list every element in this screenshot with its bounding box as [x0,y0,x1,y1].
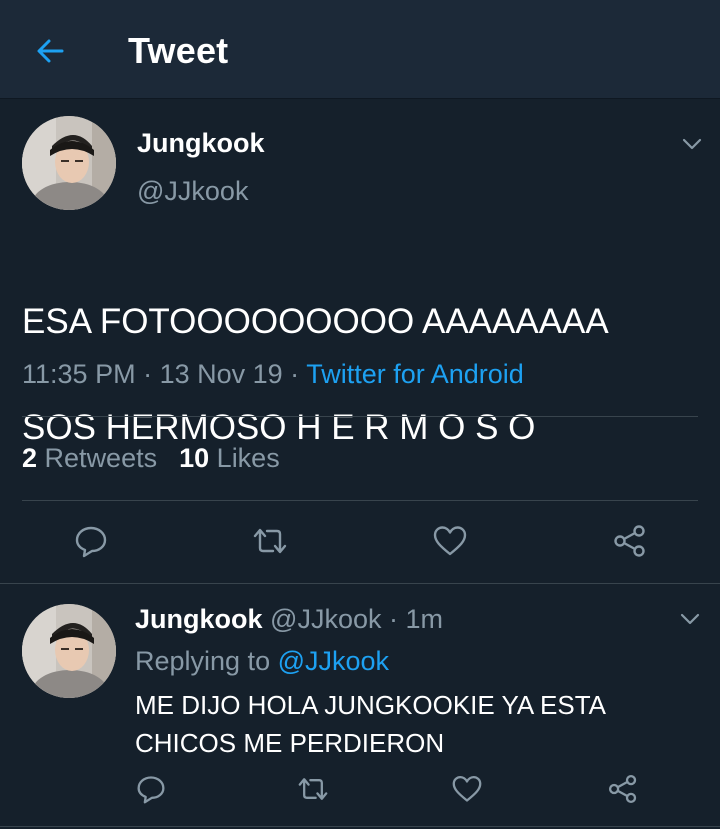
reply-author-handle[interactable]: @JJkook [270,604,381,634]
author-name[interactable]: Jungkook [137,128,265,159]
divider [0,583,720,584]
like-count: 10 [179,443,210,473]
retweet-button[interactable] [294,770,332,808]
reply-icon [75,526,107,558]
avatar[interactable] [22,116,116,210]
share-icon [614,525,645,557]
likes-stat[interactable]: 10 Likes [179,443,280,473]
replying-label: Replying to [135,646,271,676]
retweets-stat[interactable]: 2 Retweets [22,443,157,473]
page-title: Tweet [128,30,229,71]
divider [22,500,698,501]
tweet-text-line: ESA FOTOOOOOOOOO AAAAAAAA [22,302,609,341]
like-button[interactable] [429,520,471,562]
replying-to-link[interactable]: @JJkook [278,646,389,676]
chevron-down-icon [680,613,700,625]
divider [22,416,698,417]
tweet-stats: 2 Retweets 10 Likes [22,443,280,474]
top-bar: Tweet [0,0,720,99]
reply-text-line: CHICOS ME PERDIERON [135,728,445,758]
like-button[interactable] [448,770,486,808]
replying-to: Replying to @JJkook [135,646,389,677]
tweet-time: 11:35 PM [22,359,136,389]
divider [0,826,720,827]
like-icon [452,775,482,802]
back-button[interactable] [28,29,72,73]
reply-age: 1m [405,604,443,634]
reply-header: Jungkook @JJkook · 1m [135,604,443,635]
tweet-date: 13 Nov 19 [159,359,283,389]
share-button[interactable] [609,520,651,562]
reply-button[interactable] [70,520,112,562]
reply-menu-button[interactable] [678,607,702,631]
chevron-down-icon [682,138,702,150]
reply-icon [137,776,165,804]
meta-separator: · [135,359,160,389]
reply-text-line: ME DIJO HOLA JUNGKOOKIE YA ESTA [135,690,607,720]
tweet-source-link[interactable]: Twitter for Android [306,359,524,389]
retweet-button[interactable] [249,520,291,562]
share-icon [608,774,637,804]
retweet-icon [253,528,287,554]
reply-text: ME DIJO HOLA JUNGKOOKIE YA ESTA CHICOS M… [135,686,695,762]
retweet-icon [298,778,328,800]
like-icon [433,526,467,556]
retweet-label: Retweets [44,443,158,473]
reply-author-name[interactable]: Jungkook [135,604,263,634]
reply-button[interactable] [132,770,170,808]
tweet-menu-button[interactable] [680,132,704,156]
author-handle[interactable]: @JJkook [137,176,248,207]
meta-separator: · [282,359,307,389]
share-button[interactable] [604,770,642,808]
retweet-count: 2 [22,443,38,473]
meta-separator: · [381,604,406,634]
like-label: Likes [216,443,280,473]
tweet-meta: 11:35 PM · 13 Nov 19 · Twitter for Andro… [22,359,524,390]
arrow-left-icon [37,39,64,63]
avatar[interactable] [22,604,116,698]
